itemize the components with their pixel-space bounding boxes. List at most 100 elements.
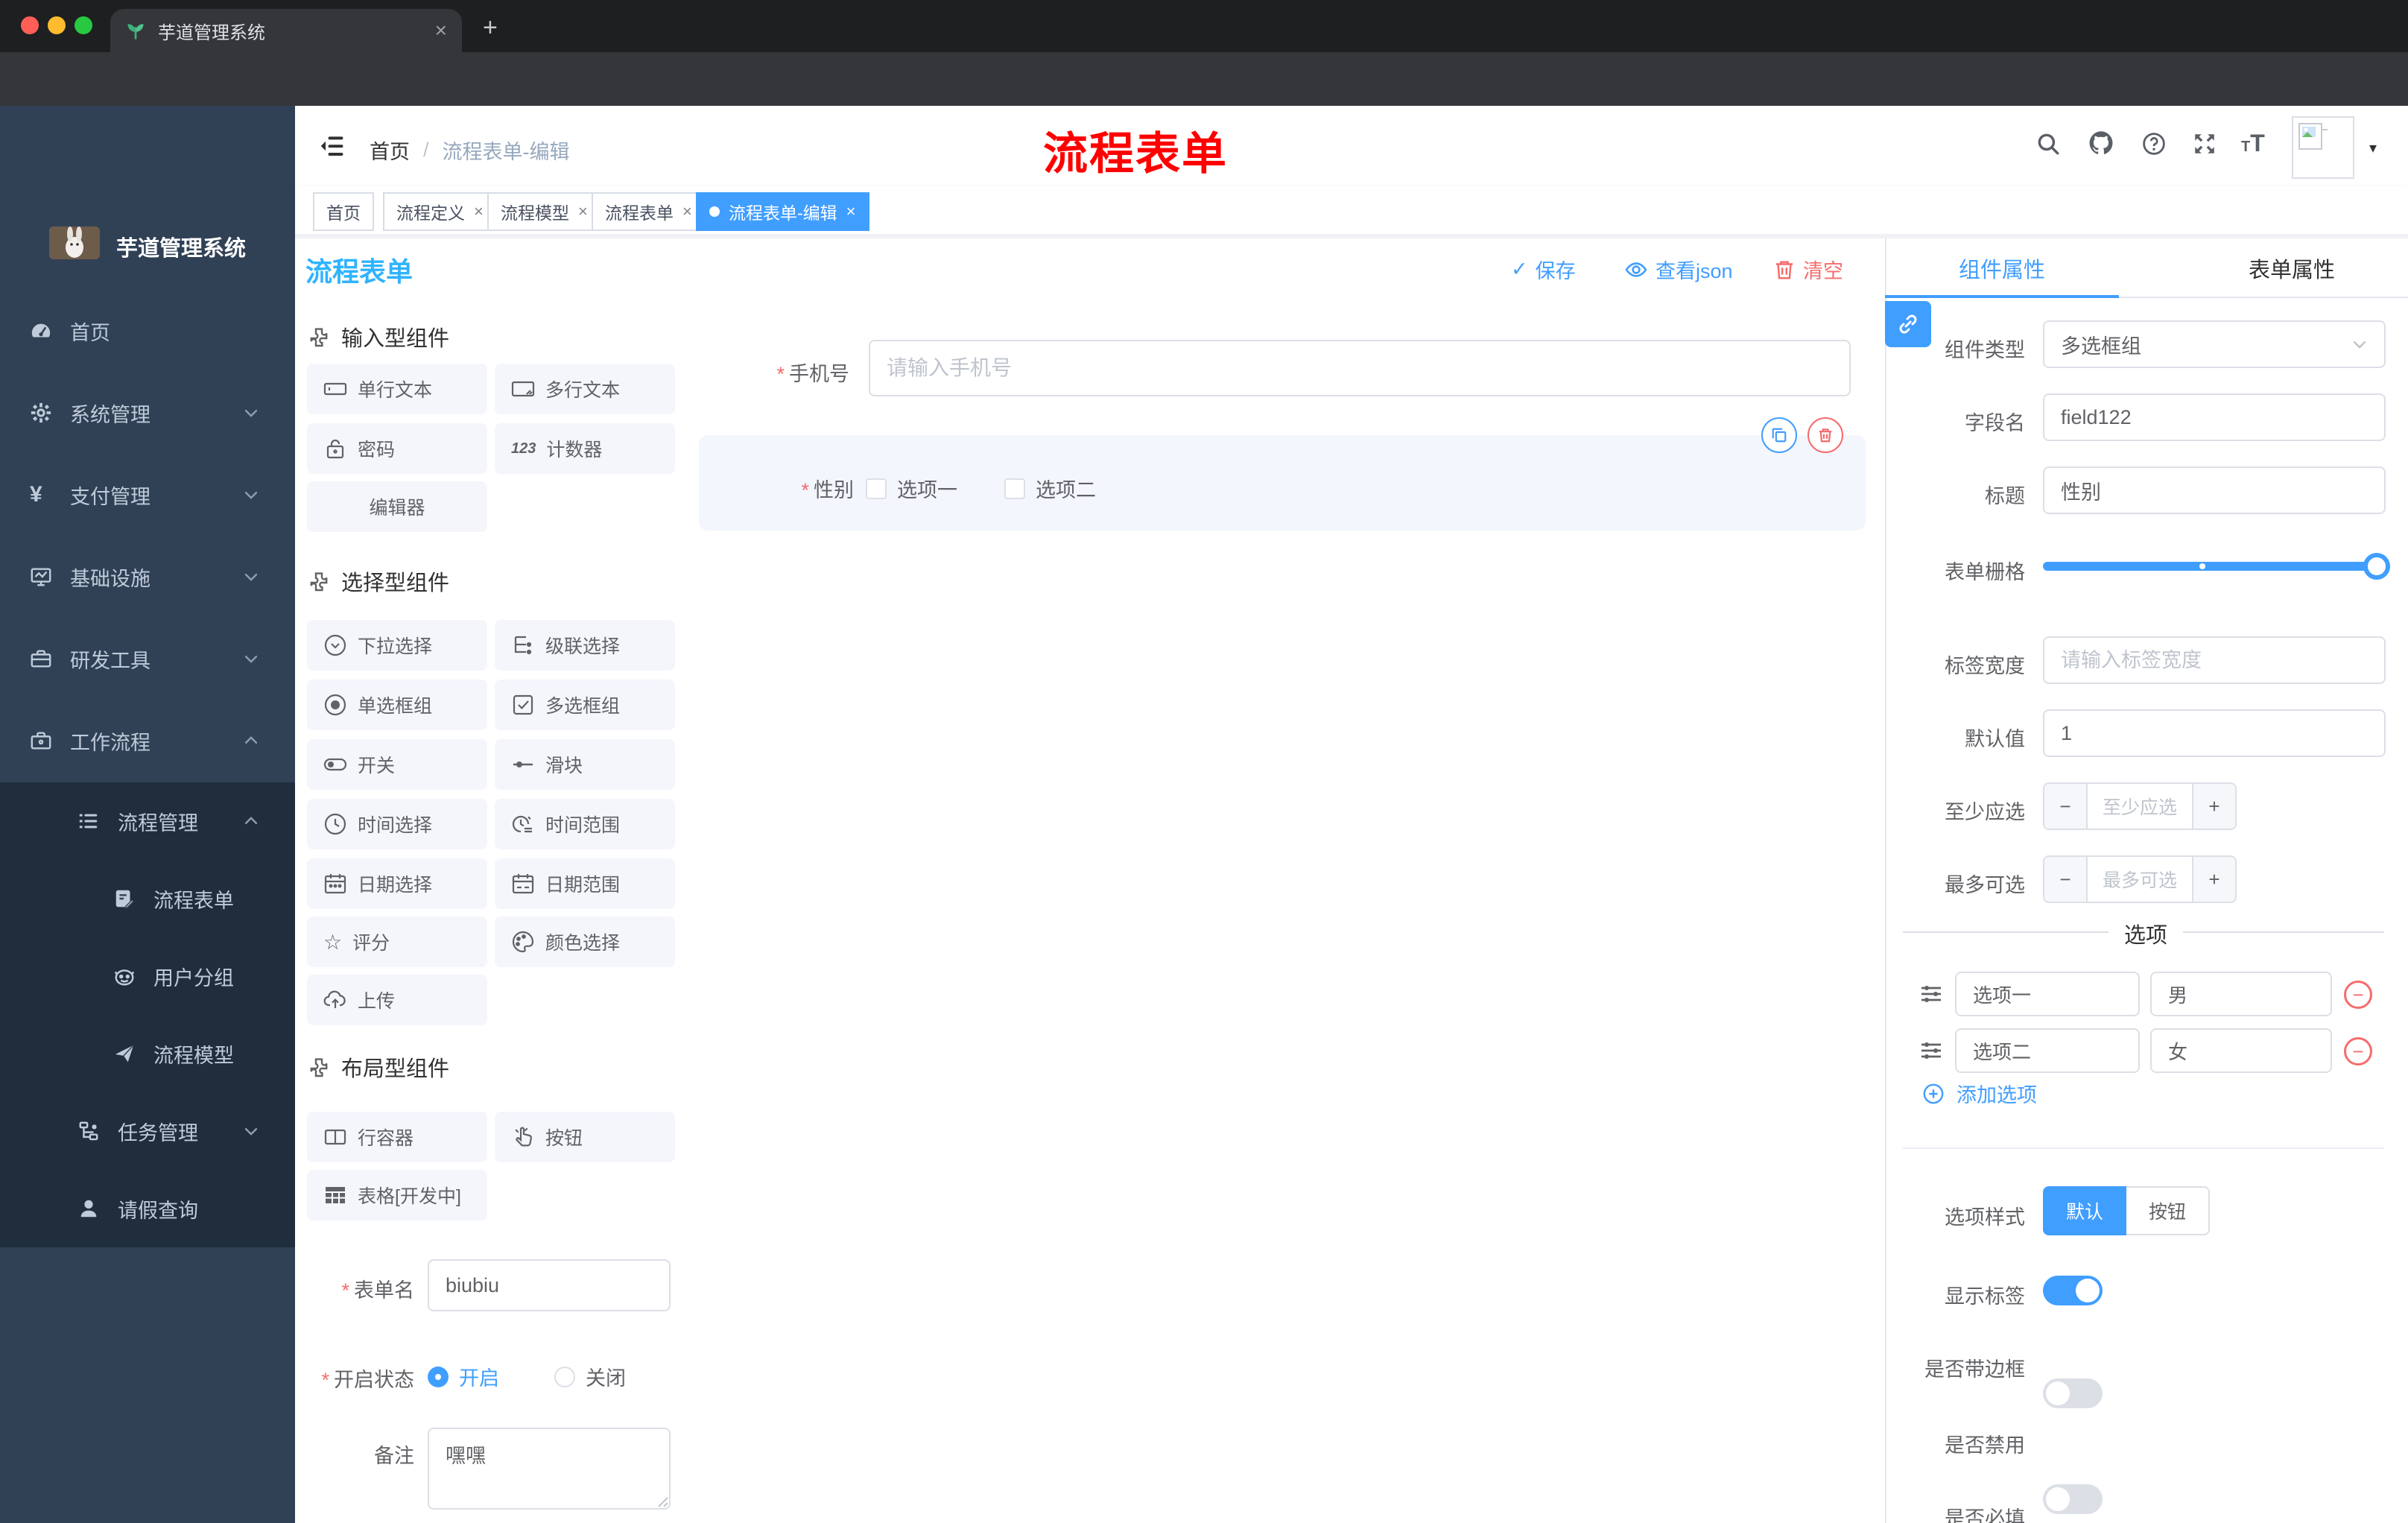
sidebar-item-process-form[interactable]: 流程表单 (0, 860, 295, 937)
stepper-input[interactable]: 最多可选 (2088, 857, 2192, 902)
tag-close-icon[interactable]: × (846, 202, 856, 221)
component-textarea[interactable]: 多行文本 (495, 364, 675, 414)
sidebar-item-workflow[interactable]: 工作流程 (0, 702, 295, 779)
remove-option1-button[interactable]: − (2344, 981, 2372, 1009)
component-cascader[interactable]: 级联选择 (495, 620, 675, 671)
title-input[interactable] (2043, 466, 2386, 514)
slider-handle[interactable] (2363, 553, 2390, 580)
component-rate[interactable]: ☆ 评分 (307, 916, 487, 967)
tab-component-props[interactable]: 组件属性 (1885, 238, 2119, 298)
window-zoom-button[interactable] (75, 16, 92, 34)
window-minimize-button[interactable] (48, 16, 66, 34)
clear-button[interactable]: 清空 (1773, 255, 1843, 284)
option1-label-input[interactable] (1955, 972, 2140, 1016)
form-name-input[interactable] (428, 1259, 671, 1311)
delete-component-button[interactable] (1807, 417, 1843, 453)
disabled-switch[interactable] (2043, 1484, 2103, 1514)
component-color-picker[interactable]: 颜色选择 (495, 916, 675, 967)
copy-component-button[interactable] (1761, 417, 1797, 453)
search-icon[interactable] (2035, 131, 2061, 156)
component-checkbox-group[interactable]: 多选框组 (495, 680, 675, 730)
component-button[interactable]: 按钮 (495, 1112, 675, 1162)
tag-process-model[interactable]: 流程模型 × (487, 192, 601, 231)
form-remark-textarea[interactable]: 嘿嘿 (428, 1428, 671, 1510)
option1-value-input[interactable] (2150, 972, 2332, 1016)
new-tab-button[interactable]: + (483, 13, 498, 42)
sidebar-item-system[interactable]: 系统管理 (0, 374, 295, 452)
stepper-increase-button[interactable]: + (2192, 784, 2235, 829)
show-label-switch[interactable] (2043, 1276, 2103, 1305)
sidebar-item-devtools[interactable]: 研发工具 (0, 620, 295, 697)
gender-checkbox-option1[interactable]: 选项一 (866, 474, 957, 503)
component-radio-group[interactable]: 单选框组 (307, 680, 487, 730)
sidebar-item-home[interactable]: 首页 (0, 292, 295, 370)
component-single-text[interactable]: 单行文本 (307, 364, 487, 414)
component-select[interactable]: 下拉选择 (307, 620, 487, 671)
style-button-button[interactable]: 按钮 (2126, 1186, 2210, 1235)
drag-handle-icon[interactable] (1919, 982, 1943, 1006)
phone-field-input[interactable] (869, 340, 1851, 396)
sidebar-item-infrastructure[interactable]: 基础设施 (0, 538, 295, 615)
option2-label-input[interactable] (1955, 1028, 2140, 1073)
tag-close-icon[interactable]: × (474, 202, 484, 221)
component-upload[interactable]: 上传 (307, 975, 487, 1025)
help-icon[interactable] (2141, 131, 2167, 156)
component-editor[interactable]: 编辑器 (307, 481, 487, 532)
tag-process-form-edit[interactable]: 流程表单-编辑 × (696, 192, 869, 231)
avatar-caret-icon[interactable]: ▾ (2369, 139, 2377, 157)
component-password[interactable]: 密码 (307, 423, 487, 474)
textarea-resize-handle[interactable] (657, 1496, 669, 1508)
tag-process-definition[interactable]: 流程定义 × (383, 192, 497, 231)
tag-close-icon[interactable]: × (682, 202, 692, 221)
component-type-select[interactable]: 多选框组 (2043, 320, 2386, 368)
sidebar-item-process-mgmt[interactable]: 流程管理 (0, 782, 295, 860)
component-switch[interactable]: 开关 (307, 739, 487, 790)
stepper-decrease-button[interactable]: − (2044, 857, 2088, 902)
yen-icon: ¥ (30, 482, 42, 507)
component-row-container[interactable]: 行容器 (307, 1112, 487, 1162)
github-icon[interactable] (2088, 130, 2114, 156)
tag-home[interactable]: 首页 (313, 192, 374, 231)
component-counter[interactable]: 123 计数器 (495, 423, 675, 474)
sidebar-item-leave-query[interactable]: 请假查询 (0, 1170, 295, 1247)
tag-process-form[interactable]: 流程表单 × (592, 192, 706, 231)
sidebar-item-task-mgmt[interactable]: 任务管理 (0, 1092, 295, 1170)
stepper-increase-button[interactable]: + (2192, 857, 2235, 902)
style-default-button[interactable]: 默认 (2043, 1186, 2126, 1235)
gender-checkbox-option2[interactable]: 选项二 (1004, 474, 1096, 503)
drag-handle-icon[interactable] (1919, 1039, 1943, 1063)
label-width-input[interactable] (2043, 636, 2386, 684)
default-value-input[interactable] (2043, 709, 2386, 757)
fullscreen-icon[interactable] (2192, 131, 2217, 156)
status-radio-on[interactable]: 开启 (428, 1362, 499, 1391)
avatar[interactable] (2292, 116, 2354, 179)
component-time-range[interactable]: 时间范围 (495, 799, 675, 849)
save-button[interactable]: ✓ 保存 (1511, 255, 1576, 284)
sidebar-item-payment[interactable]: ¥ 支付管理 (0, 456, 295, 533)
option2-value-input[interactable] (2150, 1028, 2332, 1073)
component-table-dev[interactable]: 表格[开发中] (307, 1170, 487, 1220)
remove-option2-button[interactable]: − (2344, 1037, 2372, 1066)
add-option-button[interactable]: 添加选项 (1922, 1079, 2037, 1108)
field-name-input[interactable] (2043, 393, 2386, 441)
view-json-button[interactable]: 查看json (1624, 255, 1733, 284)
window-close-button[interactable] (21, 16, 39, 34)
component-slider[interactable]: 滑块 (495, 739, 675, 790)
with-border-switch[interactable] (2043, 1378, 2103, 1408)
tag-close-icon[interactable]: × (578, 202, 588, 221)
tab-form-props[interactable]: 表单属性 (2176, 238, 2408, 298)
font-size-icon[interactable]: TT (2241, 130, 2265, 157)
tab-close-icon[interactable]: × (435, 19, 447, 42)
browser-tab[interactable]: 芋道管理系统 × (110, 9, 462, 52)
sidebar-item-user-group[interactable]: 用户分组 (0, 937, 295, 1015)
grid-slider-track[interactable] (2043, 562, 2386, 571)
component-time-picker[interactable]: 时间选择 (307, 799, 487, 849)
component-date-range[interactable]: 日期范围 (495, 858, 675, 909)
stepper-input[interactable]: 至少应选 (2088, 784, 2192, 829)
hamburger-icon[interactable] (319, 133, 346, 159)
stepper-decrease-button[interactable]: − (2044, 784, 2088, 829)
sidebar-item-process-model[interactable]: 流程模型 (0, 1015, 295, 1092)
breadcrumb-home[interactable]: 首页 (370, 136, 410, 165)
component-date-picker[interactable]: 日期选择 (307, 858, 487, 909)
status-radio-off[interactable]: 关闭 (554, 1362, 626, 1391)
